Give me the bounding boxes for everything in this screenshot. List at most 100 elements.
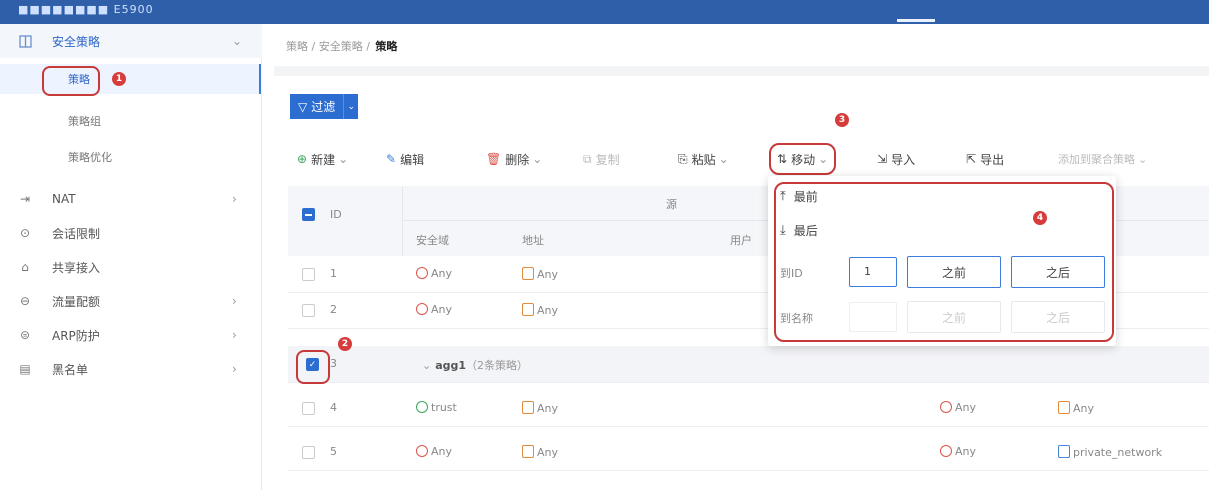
import-label: 导入 [891,152,916,167]
active-tab-indicator [897,19,935,22]
toolbar: ⊕ 新建 ⌄ ✎ 编辑 🗑 删除 ⌄ ⧉ 复制 ⎘ 粘贴 ⌄ ⇅ 移动 ⌄ ⇲ … [0,143,1209,175]
chevron-down-icon: ⌄ [232,34,243,48]
move-to-name-before-button[interactable]: 之前 [907,301,1001,333]
sidebar-item-shared-access[interactable]: ⌂ 共享接入 [0,250,262,284]
row-address: Any [537,268,559,281]
row-address: Any [537,402,559,415]
sidebar: 安全策略 ⌄ 策略 策略组 策略优化 ⇥ NAT › ⊙ 会话限制 ⌂ 共享接入… [0,24,262,490]
move-bottom-option[interactable]: ⤓ 最后 [780,222,818,239]
sidebar-item-label: 会话限制 [52,226,101,241]
filter-button[interactable]: ▽ 过滤 ⌄ [290,94,359,119]
edit-button[interactable]: ✎ 编辑 [386,147,424,171]
chevron-down-icon: ⌄ [338,152,349,166]
row-dst-zone: Any [955,401,977,414]
zone-icon [940,401,952,413]
select-all-checkbox[interactable] [302,208,315,221]
export-label: 导出 [980,152,1005,167]
filter-main[interactable]: ▽ 过滤 [290,94,345,119]
sidebar-group-security-policy[interactable]: 安全策略 ⌄ [0,24,262,58]
header-zone: 安全域 [416,234,449,247]
edit-label: 编辑 [400,152,425,167]
chevron-right-icon: › [232,362,237,376]
active-item-indicator [259,64,261,94]
zone-icon [416,267,428,279]
import-icon: ⇲ [877,152,888,166]
zone-icon [940,445,952,457]
header-id: ID [330,208,342,221]
row-id: 5 [330,445,337,458]
chevron-right-icon: › [232,192,237,206]
sidebar-item-label: 策略组 [68,115,101,128]
paste-button[interactable]: ⎘ 粘贴 ⌄ [678,147,729,171]
blacklist-icon: ▤ [19,362,31,376]
sidebar-item-label: 共享接入 [52,260,101,275]
address-icon [1058,401,1070,414]
move-to-id-after-button[interactable]: 之后 [1011,256,1105,288]
move-to-name-label: 到名称 [780,312,813,325]
brand-logo: ■■■■■■■■ E5900 [18,3,154,16]
zone-icon [416,303,428,315]
move-button[interactable]: ⇅ 移动 ⌄ [769,143,837,175]
sidebar-item-label: 流量配额 [52,294,101,309]
move-to-id-before-button[interactable]: 之前 [907,256,1001,288]
move-to-name-after-button[interactable]: 之后 [1011,301,1105,333]
new-button[interactable]: ⊕ 新建 ⌄ [297,147,348,171]
add-to-aggregate-button[interactable]: 添加到聚合策略 ⌄ [1058,147,1147,171]
delete-label: 删除 [505,152,530,167]
header-source: 源 [666,198,677,211]
table-row[interactable]: 5 Any Any Any private_network [288,434,1209,471]
move-bottom-label: 最后 [793,224,818,238]
row-checkbox[interactable] [302,304,315,317]
header-address: 地址 [522,234,544,247]
address-icon [522,267,534,280]
filter-dropdown-icon[interactable]: ⌄ [344,94,359,119]
row-dst-zone: Any [955,445,977,458]
table-row-group[interactable]: ✓ 3 ⌄ agg1（2条策略） [288,346,1209,383]
chevron-down-icon[interactable]: ⌄ [422,359,431,372]
move-top-option[interactable]: ⤒ 最前 [780,188,818,205]
row-checkbox[interactable] [302,268,315,281]
delete-button[interactable]: 🗑 删除 ⌄ [486,147,542,171]
paste-icon: ⎘ [678,151,688,166]
sidebar-item-policy-group[interactable]: 策略组 [0,106,262,136]
sidebar-item-label: ARP防护 [52,328,100,343]
copy-button[interactable]: ⧉ 复制 [583,147,620,171]
import-button[interactable]: ⇲ 导入 [877,147,915,171]
chevron-down-icon: ⌄ [718,152,729,166]
session-icon: ⊙ [19,226,31,240]
address-icon [522,303,534,316]
sidebar-item-policy[interactable]: 策略 [0,64,262,94]
sidebar-item-session-limit[interactable]: ⊙ 会话限制 [0,216,262,250]
sidebar-item-label: NAT [52,192,76,206]
breadcrumb-path[interactable]: 策略 / 安全策略 / [286,40,373,53]
row-dst-address: Any [1073,402,1095,415]
sidebar-item-arp[interactable]: ⊜ ARP防护 › [0,318,262,352]
row-address: Any [537,304,559,317]
copy-label: 复制 [595,152,620,167]
sidebar-item-traffic-quota[interactable]: ⊖ 流量配额 › [0,284,262,318]
zone-icon [416,401,428,413]
trash-icon: 🗑 [486,152,502,166]
chevron-right-icon: › [232,294,237,308]
export-button[interactable]: ⇱ 导出 [966,147,1004,171]
row-checkbox[interactable] [302,402,315,415]
row-id: 4 [330,401,337,414]
row-checkbox[interactable] [302,446,315,459]
breadcrumb: 策略 / 安全策略 / 策略 [286,38,397,54]
zone-icon [416,445,428,457]
share-icon: ⌂ [21,260,29,274]
annotation-badge-4: 4 [1033,211,1047,225]
move-to-name-input[interactable] [849,302,897,332]
annotation-badge-2: 2 [338,337,352,351]
sort-icon: ⇅ [777,152,788,166]
move-to-id-input[interactable]: 1 [849,257,897,287]
sidebar-item-nat[interactable]: ⇥ NAT › [0,182,262,216]
address-icon [522,445,534,458]
sidebar-item-blacklist[interactable]: ▤ 黑名单 › [0,352,262,386]
row-zone: Any [431,445,453,458]
move-label: 移动 [791,152,816,167]
group-note: （2条策略） [466,359,529,372]
row-id: 1 [330,267,337,280]
table-row[interactable]: 4 trust Any Any Any [288,390,1209,427]
copy-icon: ⧉ [583,151,592,166]
